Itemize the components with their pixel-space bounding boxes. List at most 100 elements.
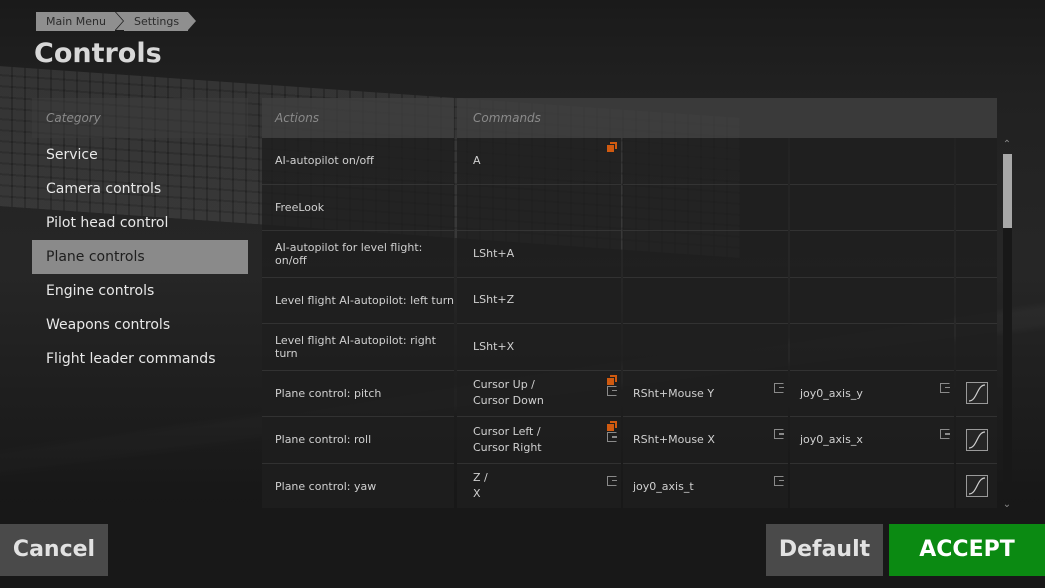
device-icon [940, 382, 950, 393]
action-label: Plane control: pitch [262, 370, 454, 417]
curve-cell[interactable] [956, 184, 997, 231]
response-curve-icon[interactable] [965, 382, 988, 405]
binding-primary[interactable]: Cursor Left / Cursor Right [457, 417, 621, 464]
binding-secondary-text: RSht+Mouse Y [633, 386, 715, 400]
device-icon [607, 385, 617, 396]
scroll-up-icon[interactable]: ⌃ [1001, 140, 1013, 150]
binding-primary[interactable]: LSht+X [457, 324, 621, 371]
binding-tertiary-text: joy0_axis_y [800, 386, 863, 400]
curve-cell[interactable] [956, 231, 997, 278]
response-curve-icon[interactable] [965, 428, 988, 451]
commands-column-header: Commands [457, 98, 997, 138]
category-header: Category [32, 98, 248, 138]
binding-tertiary[interactable] [790, 463, 954, 508]
binding-primary[interactable]: A [457, 138, 621, 185]
device-icon [774, 475, 784, 486]
binding-secondary[interactable]: RSht+Mouse X [623, 417, 788, 464]
category-item-plane-controls[interactable]: Plane controls [32, 240, 248, 274]
curve-cell[interactable] [956, 417, 997, 464]
binding-secondary[interactable] [623, 324, 788, 371]
binding-secondary-text: joy0_axis_t [633, 479, 694, 493]
actions-column-header: Actions [262, 98, 454, 138]
action-label: Plane control: yaw [262, 463, 454, 508]
curve-cell[interactable] [956, 370, 997, 417]
binding-primary[interactable]: LSht+A [457, 231, 621, 278]
cancel-button[interactable]: Cancel [0, 524, 108, 576]
binding-primary-text: LSht+A [473, 246, 515, 260]
table-row[interactable]: Plane control: roll Cursor Left / Cursor … [262, 417, 997, 464]
action-label-text: FreeLook [275, 200, 325, 214]
binding-primary[interactable] [457, 184, 621, 231]
binding-tertiary[interactable] [790, 138, 954, 185]
binding-tertiary[interactable]: joy0_axis_x [790, 417, 954, 464]
action-label-text: Plane control: roll [275, 433, 372, 447]
binding-primary-text: A [473, 153, 481, 167]
action-label: Plane control: roll [262, 417, 454, 464]
curve-cell[interactable] [956, 463, 997, 508]
device-icon [940, 429, 950, 439]
default-button[interactable]: Default [766, 524, 883, 576]
binding-secondary[interactable] [623, 277, 788, 324]
scroll-thumb[interactable] [1003, 154, 1012, 228]
curve-cell[interactable] [956, 138, 997, 185]
device-icon [607, 475, 617, 486]
action-label-text: AI-autopilot on/off [275, 154, 374, 168]
conflict-marker-icon [607, 142, 617, 152]
scroll-down-icon[interactable]: ⌄ [1001, 500, 1013, 510]
binding-secondary[interactable] [623, 184, 788, 231]
binding-secondary[interactable] [623, 231, 788, 278]
device-icon [774, 429, 784, 439]
action-label: AI-autopilot on/off [262, 138, 454, 185]
binding-primary-text: Cursor Left / Cursor Right [473, 424, 542, 454]
table-row[interactable]: Level flight AI-autopilot: right turn LSh… [262, 324, 997, 371]
binding-secondary-text: RSht+Mouse X [633, 433, 715, 447]
table-row[interactable]: AI-autopilot on/off A [262, 138, 997, 185]
device-icon [774, 382, 784, 393]
category-item-weapons-controls[interactable]: Weapons controls [32, 308, 248, 342]
binding-primary[interactable]: Z / X [457, 463, 621, 508]
binding-tertiary[interactable] [790, 324, 954, 371]
action-label-text: Level flight AI-autopilot: left turn [275, 293, 455, 307]
binding-tertiary[interactable]: joy0_axis_y [790, 370, 954, 417]
action-label-text: AI-autopilot for level flight: on/off [275, 240, 423, 267]
accept-button[interactable]: ACCEPT [889, 524, 1045, 576]
conflict-marker-icon [607, 374, 617, 385]
table-row[interactable]: Plane control: pitch Cursor Up / Cursor D… [262, 370, 997, 417]
binding-primary[interactable]: LSht+Z [457, 277, 621, 324]
scroll-track[interactable] [1003, 154, 1012, 498]
binding-tertiary[interactable] [790, 184, 954, 231]
binding-primary-text: Cursor Up / Cursor Down [473, 378, 544, 408]
binding-tertiary-text: joy0_axis_x [800, 433, 863, 447]
breadcrumb: Main Menu Settings [36, 12, 197, 31]
controls-table: Actions Commands AI-autopilot on/off A Fre… [262, 98, 997, 508]
action-label-text: Level flight AI-autopilot: right turn [275, 333, 436, 360]
category-item-service[interactable]: Service [32, 138, 248, 172]
category-item-pilot-head-control[interactable]: Pilot head control [32, 206, 248, 240]
response-curve-icon[interactable] [965, 475, 988, 498]
binding-tertiary[interactable] [790, 277, 954, 324]
action-label: Level flight AI-autopilot: left turn [262, 277, 455, 324]
breadcrumb-main-menu[interactable]: Main Menu [36, 12, 123, 31]
binding-primary-text: Z / X [473, 471, 488, 501]
binding-secondary[interactable] [623, 138, 788, 185]
binding-secondary[interactable]: RSht+Mouse Y [623, 370, 788, 417]
binding-primary[interactable]: Cursor Up / Cursor Down [457, 370, 621, 417]
category-item-engine-controls[interactable]: Engine controls [32, 274, 248, 308]
table-row[interactable]: Level flight AI-autopilot: left turn LSht… [262, 277, 997, 324]
curve-cell[interactable] [956, 277, 997, 324]
curve-cell[interactable] [956, 324, 997, 371]
action-label-text: Plane control: pitch [275, 386, 382, 400]
table-row[interactable]: AI-autopilot for level flight: on/off LSh… [262, 231, 997, 278]
category-item-camera-controls[interactable]: Camera controls [32, 172, 248, 206]
scrollbar[interactable]: ⌃ ⌄ [1001, 140, 1013, 512]
action-label: Level flight AI-autopilot: right turn [262, 324, 454, 371]
breadcrumb-settings[interactable]: Settings [115, 12, 197, 31]
category-item-flight-leader-commands[interactable]: Flight leader commands [32, 342, 248, 376]
binding-tertiary[interactable] [790, 231, 954, 278]
binding-primary-text: LSht+Z [473, 293, 515, 307]
table-row[interactable]: FreeLook [262, 184, 997, 231]
table-row[interactable]: Plane control: yaw Z / X joy0_axis_t [262, 463, 997, 508]
binding-primary-text: LSht+X [473, 339, 515, 353]
binding-secondary[interactable]: joy0_axis_t [623, 463, 788, 508]
conflict-marker-icon [607, 421, 617, 431]
